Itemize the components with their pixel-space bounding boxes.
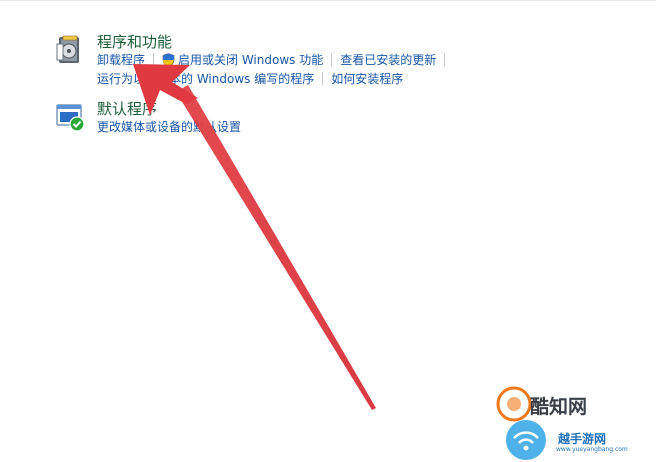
programs-links-row1: 卸载程序 启用或关闭 Windows 功能 查看已安装的更新 (97, 51, 453, 68)
watermark-url: www.yueyangbang.com (556, 446, 628, 453)
compatibility-link[interactable]: 运行为以前版本的 Windows 编写的程序 (97, 70, 314, 87)
watermark-wifi-icon (506, 420, 546, 460)
installed-updates-link[interactable]: 查看已安装的更新 (340, 51, 436, 68)
windows-features-link[interactable]: 启用或关闭 Windows 功能 (178, 51, 323, 68)
default-programs-icon (56, 103, 88, 133)
link-separator (331, 53, 333, 66)
link-separator (322, 72, 324, 85)
programs-features-title[interactable]: 程序和功能 (97, 31, 172, 52)
change-media-defaults-link[interactable]: 更改媒体或设备的默认设置 (97, 118, 241, 135)
link-separator (444, 53, 446, 66)
how-to-install-link[interactable]: 如何安装程序 (331, 70, 403, 87)
link-separator (153, 53, 155, 66)
uninstall-program-link[interactable]: 卸载程序 (97, 51, 145, 68)
programs-links-row2: 运行为以前版本的 Windows 编写的程序 如何安装程序 (97, 70, 403, 87)
watermark-brand2: 越手游网 (558, 432, 607, 446)
uac-shield-icon (162, 52, 175, 67)
watermark-brand: 酷知网 (530, 396, 588, 418)
programs-features-icon (55, 34, 85, 66)
top-divider (0, 0, 656, 5)
defaults-links-row: 更改媒体或设备的默认设置 (97, 118, 241, 135)
default-programs-title[interactable]: 默认程序 (97, 98, 157, 119)
